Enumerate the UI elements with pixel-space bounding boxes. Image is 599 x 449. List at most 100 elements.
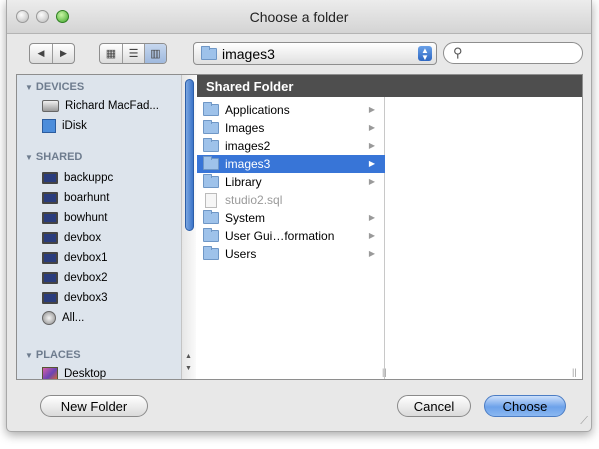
file-column: Applications ▶ Images ▶ images2 ▶ images3 ▶ … xyxy=(197,97,387,379)
popup-arrows-icon: ▲ ▼ xyxy=(418,46,432,62)
folder-icon xyxy=(203,156,219,170)
file-row-label: Images xyxy=(225,121,265,135)
sidebar-item-desktop[interactable]: Desktop xyxy=(42,365,107,380)
sidebar-item-devbox3[interactable]: devbox3 xyxy=(42,289,107,307)
sidebar-item-devbox1[interactable]: devbox1 xyxy=(42,249,107,267)
icon-view-icon: ▦ xyxy=(105,48,117,60)
scroll-up-arrow-icon[interactable]: ▲ xyxy=(185,353,192,360)
sidebar-item-label: iDisk xyxy=(62,120,87,132)
disclosure-triangle-icon: ▼ xyxy=(25,83,33,92)
sidebar-item-label: Richard MacFad... xyxy=(65,100,159,112)
desktop-icon xyxy=(42,367,58,379)
scroll-down-arrow-icon[interactable]: ▼ xyxy=(185,365,192,372)
sidebar-heading-places[interactable]: ▼ PLACES xyxy=(25,349,81,361)
browser-area: ▼ DEVICES Richard MacFad... iDisk ▼ SHARED… xyxy=(16,74,583,380)
sidebar-item-idisk[interactable]: iDisk xyxy=(42,117,87,135)
monitor-icon xyxy=(42,192,58,204)
users-folder-icon xyxy=(203,246,219,260)
resize-grip-icon[interactable]: ⟋ xyxy=(580,415,588,428)
path-popup-label: images3 xyxy=(222,45,275,62)
monitor-icon xyxy=(42,292,58,304)
sidebar-item-boarhunt[interactable]: boarhunt xyxy=(42,189,109,207)
folder-icon xyxy=(201,45,217,60)
empty-column: || xyxy=(386,97,582,379)
hard-drive-icon xyxy=(42,100,59,112)
column-view-icon: ▥ xyxy=(150,48,161,60)
sidebar-item-richard-macfadden[interactable]: Richard MacFad... xyxy=(42,97,159,115)
file-row-label: System xyxy=(225,211,266,225)
sidebar-item-bowhunt[interactable]: bowhunt xyxy=(42,209,107,227)
sidebar-item-label: All... xyxy=(62,312,85,324)
list-view-button[interactable]: ☰ xyxy=(122,44,144,63)
sidebar-item-label: bowhunt xyxy=(64,212,108,224)
alias-folder-icon xyxy=(203,228,219,242)
chevron-right-icon: ▶ xyxy=(368,141,375,150)
monitor-icon xyxy=(42,212,58,224)
folder-icon xyxy=(203,138,219,152)
search-icon: ⚲ xyxy=(453,45,463,60)
title-bar[interactable]: Choose a folder xyxy=(7,0,591,34)
file-row-user-guides[interactable]: User Gui…formation ▶ xyxy=(197,227,385,245)
sidebar-item-devbox[interactable]: devbox xyxy=(42,229,101,247)
file-row-label: Users xyxy=(225,247,257,261)
sidebar-item-label: boarhunt xyxy=(64,192,110,204)
monitor-icon xyxy=(42,252,58,264)
applications-folder-icon xyxy=(203,102,219,116)
file-row-label: Library xyxy=(225,175,262,189)
sidebar-scrollbar[interactable]: ▲ ▼ xyxy=(181,75,196,379)
document-icon xyxy=(205,192,217,208)
chevron-right-icon: ▶ xyxy=(368,105,375,114)
column-resize-handle[interactable]: || xyxy=(572,367,577,377)
system-folder-icon xyxy=(203,210,219,224)
chevron-right-icon: ▶ xyxy=(368,123,375,132)
search-field[interactable]: ⚲ xyxy=(443,42,583,64)
disclosure-triangle-icon: ▼ xyxy=(25,153,33,162)
chevron-right-icon: ▶ xyxy=(368,249,375,258)
library-folder-icon xyxy=(203,174,219,188)
file-row-system[interactable]: System ▶ xyxy=(197,209,385,227)
cancel-button[interactable]: Cancel xyxy=(397,395,471,417)
file-row-users[interactable]: Users ▶ xyxy=(197,245,385,263)
sidebar-item-backuppc[interactable]: backuppc xyxy=(42,169,113,187)
forward-button[interactable]: ▶ xyxy=(52,44,74,63)
idisk-icon xyxy=(42,119,56,133)
file-row-images3[interactable]: images3 ▶ xyxy=(197,155,385,173)
column-view-button[interactable]: ▥ xyxy=(144,44,166,63)
file-row-images2[interactable]: images2 ▶ xyxy=(197,137,385,155)
search-input[interactable] xyxy=(466,46,577,60)
sidebar-heading-shared[interactable]: ▼ SHARED xyxy=(25,151,82,163)
file-row-library[interactable]: Library ▶ xyxy=(197,173,385,191)
forward-arrow-icon: ▶ xyxy=(60,48,67,58)
view-mode-buttons: ▦ ☰ ▥ xyxy=(99,43,167,64)
sidebar-item-label: devbox xyxy=(64,232,102,244)
icon-view-button[interactable]: ▦ xyxy=(100,44,122,63)
chevron-right-icon: ▶ xyxy=(368,177,375,186)
file-row-label: images2 xyxy=(225,139,271,153)
sidebar-item-label: devbox1 xyxy=(64,252,108,264)
disclosure-triangle-icon: ▼ xyxy=(25,351,33,360)
sidebar-item-all[interactable]: All... xyxy=(42,309,84,327)
file-row-label: studio2.sql xyxy=(225,193,283,207)
sidebar-item-devbox2[interactable]: devbox2 xyxy=(42,269,107,287)
sidebar-item-label: devbox3 xyxy=(64,292,108,304)
monitor-icon xyxy=(42,172,58,184)
file-row-label: images3 xyxy=(225,157,271,171)
sidebar-heading-devices[interactable]: ▼ DEVICES xyxy=(25,81,84,93)
new-folder-button[interactable]: New Folder xyxy=(40,395,148,417)
file-row-label: Applications xyxy=(225,103,290,117)
sidebar-item-label: devbox2 xyxy=(64,272,108,284)
sidebar-scroll-thumb[interactable] xyxy=(185,79,194,231)
back-button[interactable]: ◀ xyxy=(30,44,52,63)
choose-button[interactable]: Choose xyxy=(484,395,566,417)
list-view-icon: ☰ xyxy=(128,48,139,60)
toolbar: ◀ ▶ ▦ ☰ ▥ images3 ▲ ▼ ⚲ xyxy=(7,34,591,74)
file-row-studio2-sql[interactable]: studio2.sql xyxy=(197,191,385,209)
path-popup-button[interactable]: images3 ▲ ▼ xyxy=(193,42,437,65)
chevron-right-icon: ▶ xyxy=(368,213,375,222)
history-buttons: ◀ ▶ xyxy=(29,43,75,64)
monitor-icon xyxy=(42,232,58,244)
file-row-applications[interactable]: Applications ▶ xyxy=(197,101,385,119)
file-row-images[interactable]: Images ▶ xyxy=(197,119,385,137)
sidebar-item-label: Desktop xyxy=(64,368,107,380)
sidebar-item-label: backuppc xyxy=(64,172,114,184)
